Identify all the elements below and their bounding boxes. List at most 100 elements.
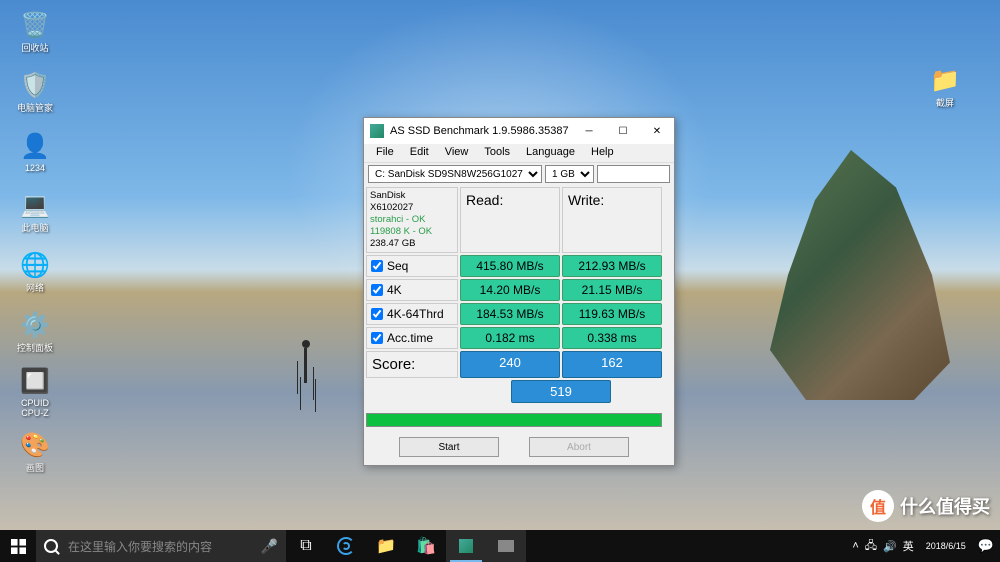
row-2-write-value: 119.63 MB/s <box>562 303 662 325</box>
tray-ime-icon[interactable]: 英 <box>903 538 914 554</box>
taskbar: 在这里输入你要搜索的内容 🎤 ⧉ 📁 🛍️ ˄ 🖧 🔊 英 2018/6/15 … <box>0 530 1000 562</box>
score-total: 519 <box>511 380 611 403</box>
watermark: 值 什么值得买 <box>862 490 990 522</box>
watermark-badge: 值 <box>862 490 894 522</box>
compress-input[interactable] <box>597 165 670 183</box>
row-0-checkbox[interactable] <box>371 260 383 272</box>
row-0-write-value: 212.93 MB/s <box>562 255 662 277</box>
minimize-button[interactable]: ─ <box>572 118 606 144</box>
row-0-label: Seq <box>366 255 458 277</box>
file-explorer-button[interactable]: 📁 <box>366 530 406 562</box>
row-3-label: Acc.time <box>366 327 458 349</box>
task-view-button[interactable]: ⧉ <box>286 530 326 562</box>
control-panel[interactable]: ⚙️ 控制面板 <box>5 305 65 360</box>
row-3-checkbox[interactable] <box>371 332 383 344</box>
row-1-write-value: 21.15 MB/s <box>562 279 662 301</box>
edge-icon <box>337 537 355 555</box>
cpu-z-icon: 🔲 <box>19 368 51 396</box>
app-icon <box>370 124 384 138</box>
this-pc[interactable]: 💻 此电脑 <box>5 185 65 240</box>
tray-network-icon[interactable]: 🖧 <box>865 537 877 556</box>
search-box[interactable]: 在这里输入你要搜索的内容 🎤 <box>36 530 286 562</box>
start-button[interactable] <box>0 530 36 562</box>
icon-label: 控制面板 <box>17 341 53 354</box>
user-folder-icon: 👤 <box>19 133 51 161</box>
drive-select[interactable]: C: SanDisk SD9SN8W256G1027 <box>368 165 542 183</box>
row-2-label: 4K-64Thrd <box>366 303 458 325</box>
recycle-bin[interactable]: 🗑️ 回收站 <box>5 5 65 60</box>
row-1-read-value: 14.20 MB/s <box>460 279 560 301</box>
row-3-read-value: 0.182 ms <box>460 327 560 349</box>
window-title: AS SSD Benchmark 1.9.5986.35387 <box>390 125 572 137</box>
windows-icon <box>11 539 26 554</box>
clock[interactable]: 2018/6/15 <box>922 541 970 552</box>
user-folder[interactable]: 👤 1234 <box>5 125 65 180</box>
mic-icon[interactable]: 🎤 <box>261 538 278 555</box>
row-3-write-value: 0.338 ms <box>562 327 662 349</box>
control-panel-icon: ⚙️ <box>19 311 51 339</box>
score-read: 240 <box>460 351 560 378</box>
tray-chevron-icon[interactable]: ˄ <box>852 540 858 552</box>
score-write: 162 <box>562 351 662 378</box>
as-ssd-icon <box>459 539 473 553</box>
row-2-read-value: 184.53 MB/s <box>460 303 560 325</box>
menu-help[interactable]: Help <box>583 144 622 162</box>
titlebar[interactable]: AS SSD Benchmark 1.9.5986.35387 ─ ☐ ✕ <box>364 118 674 144</box>
menu-edit[interactable]: Edit <box>402 144 437 162</box>
row-1-checkbox[interactable] <box>371 284 383 296</box>
edge-button[interactable] <box>326 530 366 562</box>
app-icon <box>498 540 514 552</box>
screenshot-folder[interactable]: 📁 截屏 <box>915 60 975 115</box>
wallpaper-runner <box>290 340 320 390</box>
maximize-button[interactable]: ☐ <box>606 118 640 144</box>
read-header: Read: <box>460 187 560 253</box>
menubar: FileEditViewToolsLanguageHelp <box>364 144 674 163</box>
menu-file[interactable]: File <box>368 144 402 162</box>
network-icon: 🌐 <box>19 251 51 279</box>
icon-label: 网络 <box>26 281 44 294</box>
paint-icon: 🎨 <box>19 431 51 459</box>
menu-tools[interactable]: Tools <box>476 144 518 162</box>
icon-label: 回收站 <box>21 41 48 54</box>
computer-manager-icon: 🛡️ <box>19 71 51 99</box>
as-ssd-benchmark-window: AS SSD Benchmark 1.9.5986.35387 ─ ☐ ✕ Fi… <box>363 117 675 466</box>
as-ssd-task-button[interactable] <box>446 530 486 562</box>
desktop-icons-right: 📁 截屏 <box>910 55 980 125</box>
start-button[interactable]: Start <box>399 437 499 457</box>
icon-label: CPUIDCPU-Z <box>21 398 49 418</box>
row-0-read-value: 415.80 MB/s <box>460 255 560 277</box>
toolbar: C: SanDisk SD9SN8W256G1027 1 GB <box>364 163 674 185</box>
icon-label: 此电脑 <box>21 221 48 234</box>
score-label: Score: <box>366 351 458 378</box>
tray-volume-icon[interactable]: 🔊 <box>883 540 897 553</box>
cortana-icon <box>44 539 58 553</box>
icon-label: 画图 <box>26 461 44 474</box>
drive-info-panel: SanDisk X6102027 storahci - OK 119808 K … <box>366 187 458 253</box>
computer-manager[interactable]: 🛡️ 电脑管家 <box>5 65 65 120</box>
desktop-icons-left: 🗑️ 回收站 🛡️ 电脑管家 👤 1234 💻 此电脑 🌐 网络 ⚙️ 控制面板 🔲CPUIDCPU-Z… <box>0 0 70 490</box>
icon-label: 截屏 <box>936 96 954 109</box>
abort-button: Abort <box>529 437 629 457</box>
menu-view[interactable]: View <box>437 144 477 162</box>
close-button[interactable]: ✕ <box>640 118 674 144</box>
menu-language[interactable]: Language <box>518 144 583 162</box>
row-1-label: 4K <box>366 279 458 301</box>
network[interactable]: 🌐 网络 <box>5 245 65 300</box>
row-2-checkbox[interactable] <box>371 308 383 320</box>
store-button[interactable]: 🛍️ <box>406 530 446 562</box>
search-placeholder: 在这里输入你要搜索的内容 <box>68 538 212 555</box>
size-select[interactable]: 1 GB <box>545 165 594 183</box>
write-header: Write: <box>562 187 662 253</box>
screenshot-folder-icon: 📁 <box>929 66 961 94</box>
app-task-button[interactable] <box>486 530 526 562</box>
system-tray: ˄ 🖧 🔊 英 2018/6/15 💬 <box>846 530 1000 562</box>
watermark-text: 什么值得买 <box>900 493 990 519</box>
progress-bar <box>366 413 662 427</box>
cpu-z[interactable]: 🔲CPUIDCPU-Z <box>5 365 65 420</box>
this-pc-icon: 💻 <box>19 191 51 219</box>
recycle-bin-icon: 🗑️ <box>19 11 51 39</box>
paint[interactable]: 🎨 画图 <box>5 425 65 480</box>
icon-label: 1234 <box>25 163 45 173</box>
action-center-icon[interactable]: 💬 <box>978 538 994 554</box>
icon-label: 电脑管家 <box>17 101 53 114</box>
